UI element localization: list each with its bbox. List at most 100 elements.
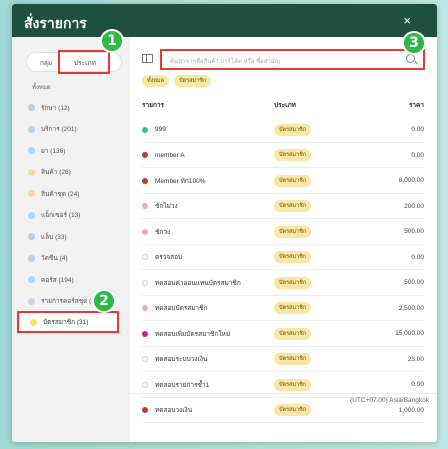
table-row[interactable]: ทดสอบเพิ่มบัตรสมาชิกใหม่ บัตรสมาชิก 15,000… xyxy=(142,321,424,347)
category-item[interactable]: วัคซีน (4) xyxy=(28,248,95,270)
item-name: ทดสอบเพิ่มบัตรสมาชิกใหม่ xyxy=(155,330,231,338)
item-name-cell: ทดสอบรายการซ้ำ1 xyxy=(142,380,274,390)
tab-group[interactable]: กลุ่ม xyxy=(40,58,52,68)
table-row[interactable]: ทดสอบระบบวงเงิน บัตรสมาชิก 23.00 xyxy=(142,347,424,372)
category-item[interactable]: คอร์ส (194) xyxy=(28,269,95,291)
item-type-badge: บัตรสมาชิก xyxy=(274,327,312,340)
item-type-badge: บัตรสมาชิก xyxy=(274,123,312,136)
item-name-cell: ชักวง xyxy=(142,227,274,237)
item-name-cell: ทดสอบระบบวงเงิน xyxy=(142,354,274,364)
item-type-badge: บัตรสมาชิก xyxy=(274,276,312,289)
item-price: 2,500.00 xyxy=(398,304,424,312)
category-item-active[interactable]: บัตรสมาชิก (31) xyxy=(17,311,119,333)
item-color-dot-icon xyxy=(142,152,148,159)
item-price: 23.00 xyxy=(407,355,424,363)
filter-chip-member-card[interactable]: บัตรสมาชิก xyxy=(174,75,212,87)
dialog-title: สั่งรายการ xyxy=(24,15,87,31)
search-input[interactable]: ค้นหาจากชื่อสินค้า บาร์โค้ด หรือ ชื่อสาม… xyxy=(160,49,425,70)
close-icon[interactable]: × xyxy=(403,13,411,28)
item-type-badge: บัตรสมาชิก xyxy=(274,225,312,238)
category-list: รักษา (12) บริการ (201) ยา (136) สินค้า (26… xyxy=(28,97,95,312)
item-name: ตรวจสอบ xyxy=(155,254,183,262)
item-name: ทดสอบค่าออนแทนบัตรสมาชิก xyxy=(155,279,241,287)
column-header-price: ราคา xyxy=(408,102,424,109)
item-type-badge: บัตรสมาชิก xyxy=(274,353,312,366)
category-item[interactable]: แอ็กเซอร์ (13) xyxy=(28,205,95,227)
table-row[interactable]: ตรวจสอบ บัตรสมาชิก 0.00 xyxy=(142,245,424,270)
item-name: member A xyxy=(155,151,185,159)
item-name-cell: ทดสอบเพิ่มบัตรสมาชิกใหม่ xyxy=(142,329,274,339)
column-header-type: ประเภท xyxy=(274,102,296,109)
category-item[interactable]: สินค้า (26) xyxy=(28,162,95,184)
table-row[interactable]: ชักวง บัตรสมาชิก 500.00 xyxy=(142,219,424,245)
category-dot-icon xyxy=(28,190,35,198)
category-label: บริการ (201) xyxy=(41,126,77,134)
table-row[interactable]: ชักไม่วง บัตรสมาชิก 200.00 xyxy=(142,194,424,219)
category-label: วัคซีน (4) xyxy=(41,255,68,263)
category-dot-icon xyxy=(28,211,35,219)
item-price: 500.00 xyxy=(404,228,424,236)
item-price: 500.00 xyxy=(404,279,424,287)
item-name-cell: ทดสอบบัตรสมาชิก xyxy=(142,303,274,313)
all-categories-label[interactable]: ทั้งหมด xyxy=(32,82,51,92)
sidebar-toggle-icon[interactable] xyxy=(142,54,153,63)
table-row[interactable]: 999 บัตรสมาชิก 0.00 xyxy=(142,117,424,143)
item-name: 999 xyxy=(155,126,166,134)
main-panel: ค้นหาจากชื่อสินค้า บาร์โค้ด หรือ ชื่อสาม… xyxy=(130,37,437,442)
item-type-badge: บัตรสมาชิก xyxy=(274,302,312,315)
filter-chips: ทั้งหมด บัตรสมาชิก xyxy=(142,75,212,87)
item-color-dot-icon xyxy=(142,279,148,286)
category-item[interactable]: แล็บ (33) xyxy=(28,226,95,248)
category-item[interactable]: รายการคอร์สชุด (1 xyxy=(28,291,95,313)
callout-badge-1: 1 xyxy=(100,29,124,53)
table-row[interactable]: ทดสอบค่าออนแทนบัตรสมาชิก บัตรสมาชิก 500.00 xyxy=(142,270,424,296)
item-type-badge: บัตรสมาชิก xyxy=(274,174,312,187)
item-type-badge: บัตรสมาชิก xyxy=(274,378,312,391)
category-label: สินค้า (26) xyxy=(41,169,71,177)
category-dot-icon xyxy=(30,318,37,326)
item-type-badge: บัตรสมาชิก xyxy=(274,149,312,162)
item-name-cell: 999 xyxy=(142,126,274,133)
item-color-dot-icon xyxy=(142,330,148,337)
column-header-item: รายการ xyxy=(142,102,165,109)
category-label: คอร์ส (194) xyxy=(41,276,74,284)
item-name-cell: ตรวจสอบ xyxy=(142,252,274,262)
category-item[interactable]: สินค้าชุด (24) xyxy=(28,183,95,205)
item-color-dot-icon xyxy=(142,228,148,235)
category-item[interactable]: รักษา (12) xyxy=(28,97,95,119)
filter-chip-all[interactable]: ทั้งหมด xyxy=(142,75,170,87)
item-color-dot-icon xyxy=(142,356,148,363)
category-item[interactable]: ยา (136) xyxy=(28,140,95,162)
category-dot-icon xyxy=(28,297,35,305)
item-color-dot-icon xyxy=(142,254,148,261)
callout-badge-2: 2 xyxy=(92,289,116,313)
order-dialog: สั่งรายการ × กลุ่ม ประเภท ทั้งหมด รักษา … xyxy=(12,4,437,442)
category-label: สินค้าชุด (24) xyxy=(41,190,80,198)
item-name-cell: Member ทัก100% xyxy=(142,176,274,186)
table-row[interactable]: Member ทัก100% บัตรสมาชิก 8,000.00 xyxy=(142,168,424,194)
dialog-footer: (UTC+07:00) Asia/Bangkok xyxy=(12,393,437,409)
tab-type-highlight xyxy=(58,50,110,74)
timezone-label: (UTC+07:00) Asia/Bangkok xyxy=(350,397,429,404)
item-name: ทดสอบรายการซ้ำ1 xyxy=(155,381,210,389)
table-row[interactable]: ทดสอบบัตรสมาชิก บัตรสมาชิก 2,500.00 xyxy=(142,296,424,321)
category-dot-icon xyxy=(28,254,35,262)
item-name: ชักไม่วง xyxy=(155,203,178,211)
item-price: 15,000.00 xyxy=(395,330,424,338)
category-label: แอ็กเซอร์ (13) xyxy=(41,212,81,220)
search-icon[interactable] xyxy=(406,54,415,63)
row-divider xyxy=(142,422,424,423)
category-dot-icon xyxy=(28,147,35,155)
item-name-cell: ทดสอบค่าออนแทนบัตรสมาชิก xyxy=(142,278,274,288)
category-sidebar: กลุ่ม ประเภท ทั้งหมด รักษา (12) บริการ (2… xyxy=(12,37,130,442)
item-table: 999 บัตรสมาชิก 0.00 member A บัตรสมาชิก 0.00 M… xyxy=(142,117,424,423)
item-type-badge: บัตรสมาชิก xyxy=(274,200,312,213)
search-placeholder: ค้นหาจากชื่อสินค้า บาร์โค้ด หรือ ชื่อสาม… xyxy=(170,59,280,65)
item-name-cell: ชักไม่วง xyxy=(142,201,274,211)
table-row[interactable]: member A บัตรสมาชิก 0.00 xyxy=(142,143,424,168)
category-item[interactable]: บริการ (201) xyxy=(28,119,95,141)
item-name-cell: member A xyxy=(142,152,274,159)
item-color-dot-icon xyxy=(142,381,148,388)
category-dot-icon xyxy=(28,233,35,241)
item-name: ชักวง xyxy=(155,228,171,236)
